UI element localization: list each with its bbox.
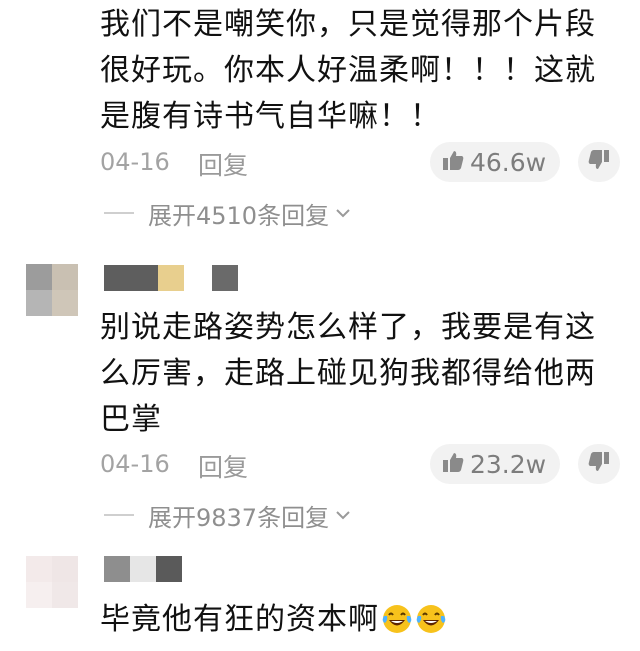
like-count: 46.6w <box>470 147 547 177</box>
divider-dash <box>104 212 134 214</box>
expand-replies-button[interactable]: 展开4510条回复 <box>104 196 351 230</box>
comment-text: 我们不是嘲笑你，只是觉得那个片段很好玩。你本人好温柔啊！！！这就是腹有诗书气自华… <box>100 7 596 134</box>
laughing-tears-emoji-icon <box>415 603 447 649</box>
thumbs-down-icon <box>588 149 610 175</box>
comment-date: 04-16 <box>100 450 170 478</box>
chevron-down-icon <box>335 204 351 223</box>
comment-meta: 04-16 回复 46.6w <box>100 142 620 182</box>
comment-meta: 04-16 回复 23.2w <box>100 444 620 484</box>
comment-list: 我们不是嘲笑你，只是觉得那个片段很好玩。你本人好温柔啊！！！这就是腹有诗书气自华… <box>0 0 640 651</box>
expand-replies-button[interactable]: 展开9837条回复 <box>104 498 351 532</box>
username-blurred[interactable] <box>104 556 182 582</box>
dislike-button[interactable] <box>578 142 620 182</box>
thumbs-up-icon <box>442 451 464 477</box>
avatar[interactable] <box>26 556 78 608</box>
avatar[interactable] <box>26 264 78 316</box>
like-button[interactable]: 46.6w <box>430 142 561 182</box>
comment-date: 04-16 <box>100 148 170 176</box>
expand-replies-label: 展开4510条回复 <box>148 201 330 230</box>
thumbs-up-icon <box>442 149 464 175</box>
dislike-button[interactable] <box>578 444 620 484</box>
comment-text: 别说走路姿势怎么样了，我要是有这么厉害，走路上碰见狗我都得给他两巴掌 <box>100 310 596 437</box>
comment-text-content: 毕竟他有狂的资本啊 <box>100 602 379 637</box>
thumbs-down-icon <box>588 451 610 477</box>
like-count: 23.2w <box>470 449 547 479</box>
comment-text: 毕竟他有狂的资本啊 <box>100 597 620 649</box>
expand-replies-label: 展开9837条回复 <box>148 503 330 532</box>
chevron-down-icon <box>335 506 351 525</box>
username-blurred[interactable] <box>104 265 238 291</box>
reply-button[interactable]: 回复 <box>198 146 248 182</box>
like-button[interactable]: 23.2w <box>430 444 561 484</box>
reply-button[interactable]: 回复 <box>198 448 248 484</box>
laughing-tears-emoji-icon <box>381 603 413 649</box>
divider-dash <box>104 514 134 516</box>
